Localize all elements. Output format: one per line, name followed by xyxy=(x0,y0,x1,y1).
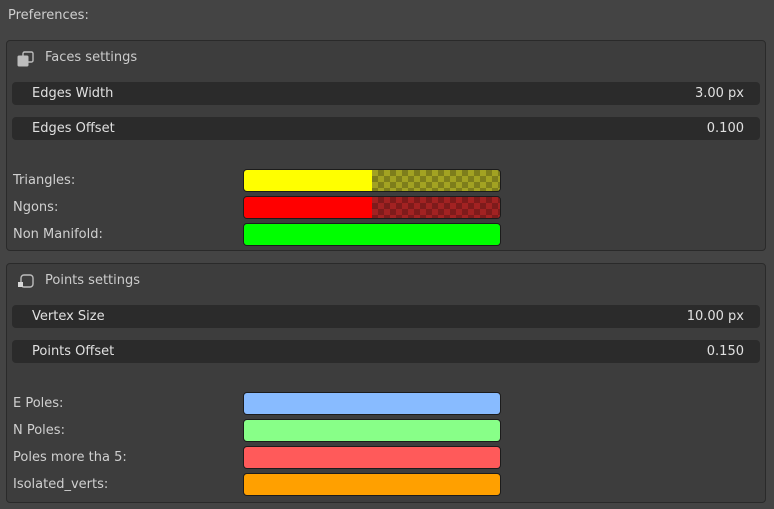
n-poles-label: N Poles: xyxy=(13,423,65,438)
edges-offset-value: 0.100 xyxy=(706,121,744,136)
preferences-window: Preferences: Faces settings Edges Width … xyxy=(0,0,774,509)
points-offset-value: 0.150 xyxy=(706,344,744,359)
faces-settings-title: Faces settings xyxy=(45,50,138,65)
faces-settings-header[interactable]: Faces settings xyxy=(7,41,765,75)
ngons-alpha-fill xyxy=(372,197,500,218)
isolated-verts-color-fill xyxy=(244,474,500,495)
e-poles-color-swatch[interactable] xyxy=(243,392,501,415)
ngons-label: Ngons: xyxy=(13,200,59,215)
non-manifold-color-fill xyxy=(244,224,500,245)
vertex-size-value: 10.00 px xyxy=(686,309,744,324)
points-settings-panel: Points settings Vertex Size 10.00 px Poi… xyxy=(6,263,766,503)
faces-settings-panel: Faces settings Edges Width 3.00 px Edges… xyxy=(6,40,766,251)
e-poles-color-fill xyxy=(244,393,500,414)
poles-more-than-5-color-swatch[interactable] xyxy=(243,446,501,469)
vertex-icon xyxy=(18,274,34,288)
edges-width-value: 3.00 px xyxy=(694,86,744,101)
poles-more-than-5-color-fill xyxy=(244,447,500,468)
n-poles-color-swatch[interactable] xyxy=(243,419,501,442)
triangles-color-fill xyxy=(244,170,372,191)
triangles-alpha-fill xyxy=(372,170,500,191)
n-poles-color-fill xyxy=(244,420,500,441)
edges-width-field[interactable]: Edges Width 3.00 px xyxy=(12,82,760,105)
ngons-color-fill xyxy=(244,197,372,218)
preferences-title: Preferences: xyxy=(8,8,89,23)
edges-width-label: Edges Width xyxy=(32,86,114,101)
edges-offset-label: Edges Offset xyxy=(32,121,115,136)
ngons-color-swatch[interactable] xyxy=(243,196,501,219)
triangles-label: Triangles: xyxy=(13,173,76,188)
isolated-verts-label: Isolated_verts: xyxy=(13,477,109,492)
vertex-size-label: Vertex Size xyxy=(32,309,105,324)
e-poles-label: E Poles: xyxy=(13,396,64,411)
isolated-verts-color-swatch[interactable] xyxy=(243,473,501,496)
points-offset-label: Points Offset xyxy=(32,344,115,359)
poles-more-than-5-label: Poles more tha 5: xyxy=(13,450,127,465)
edges-offset-field[interactable]: Edges Offset 0.100 xyxy=(12,117,760,140)
points-settings-title: Points settings xyxy=(45,273,141,288)
vertex-size-field[interactable]: Vertex Size 10.00 px xyxy=(12,305,760,328)
non-manifold-color-swatch[interactable] xyxy=(243,223,501,246)
points-offset-field[interactable]: Points Offset 0.150 xyxy=(12,340,760,363)
non-manifold-label: Non Manifold: xyxy=(13,227,103,242)
face-icon xyxy=(17,51,34,67)
triangles-color-swatch[interactable] xyxy=(243,169,501,192)
points-settings-header[interactable]: Points settings xyxy=(7,264,765,298)
